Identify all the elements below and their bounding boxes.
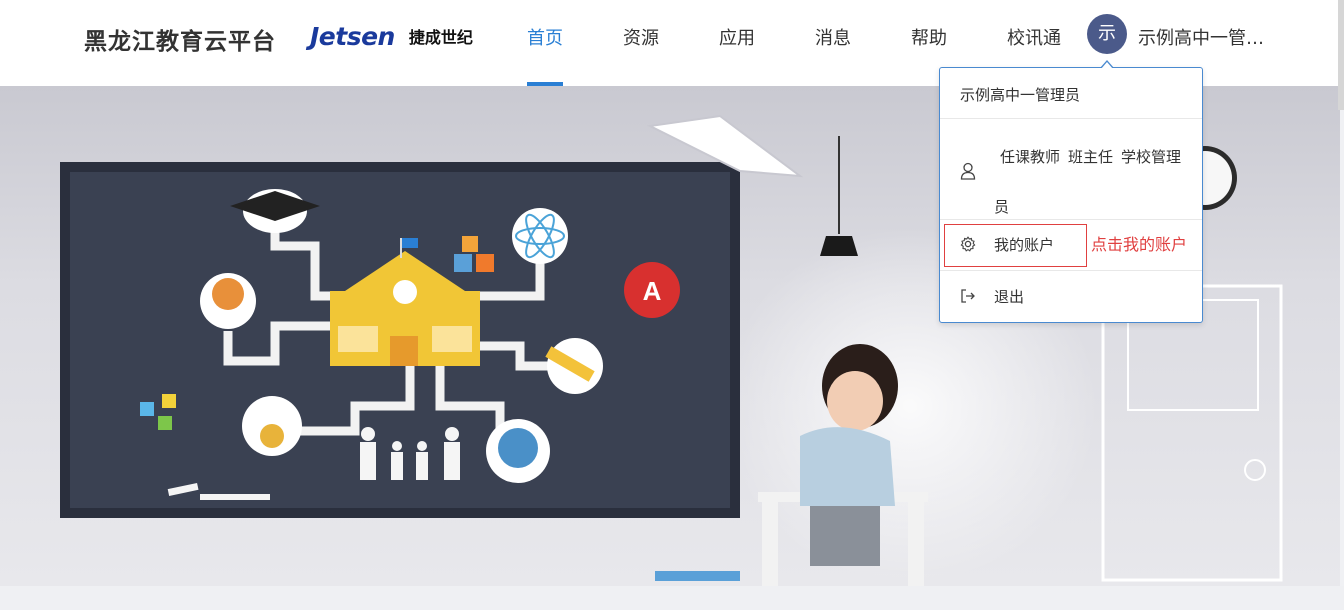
door-illustration (1101, 284, 1283, 582)
dropdown-roles: 任课教师 班主任 学校管理员 (994, 132, 1184, 232)
annotation-highlight-box (944, 224, 1087, 267)
dropdown-divider (940, 270, 1202, 271)
logout-label: 退出 (994, 288, 1025, 306)
user-avatar[interactable]: 示 (1087, 14, 1127, 54)
logo-cn-text: 捷成世纪 (408, 28, 473, 47)
role-teacher: 任课教师 (1000, 148, 1061, 166)
logout-icon (961, 289, 975, 303)
dropdown-user-name: 示例高中一管理员 (960, 86, 1081, 104)
user-dropdown-menu: 示例高中一管理员 任课教师 班主任 学校管理员 我的账户 退出 (939, 67, 1203, 323)
annotation-text: 点击我的账户 (1091, 235, 1188, 254)
lamp-illustration (820, 136, 858, 256)
active-nav-indicator (527, 82, 563, 86)
apple-letter: A (643, 276, 662, 306)
footer-strip (0, 586, 1344, 610)
user-name-link[interactable]: 示例高中一管理员 (1138, 24, 1268, 50)
nav-item-home[interactable]: 首页 (509, 24, 581, 50)
logo-latin-text: Jetsen (310, 21, 395, 51)
nav-item-messages[interactable]: 消息 (797, 24, 869, 50)
page-scrollbar[interactable] (1338, 0, 1344, 110)
nav-item-help[interactable]: 帮助 (893, 24, 965, 50)
role-head-teacher: 班主任 (1068, 148, 1114, 166)
nav-item-school-notice[interactable]: 校讯通 (998, 24, 1070, 50)
nav-item-resources[interactable]: 资源 (605, 24, 677, 50)
site-title[interactable]: 黑龙江教育云平台 (84, 22, 276, 56)
nav-item-apps[interactable]: 应用 (701, 24, 773, 50)
logout-menu-item[interactable]: 退出 (940, 272, 1202, 322)
page: A 黑龙江教育云平台 Jetsen 捷成世纪 首页 资源 应用 消息 帮助 校讯… (0, 0, 1344, 610)
user-icon (960, 162, 976, 180)
brand-logo[interactable]: Jetsen 捷成世纪 (310, 20, 473, 52)
dropdown-divider (940, 118, 1202, 119)
blackboard-illustration: A (60, 162, 740, 518)
dropdown-arrow-inner (1101, 62, 1113, 69)
